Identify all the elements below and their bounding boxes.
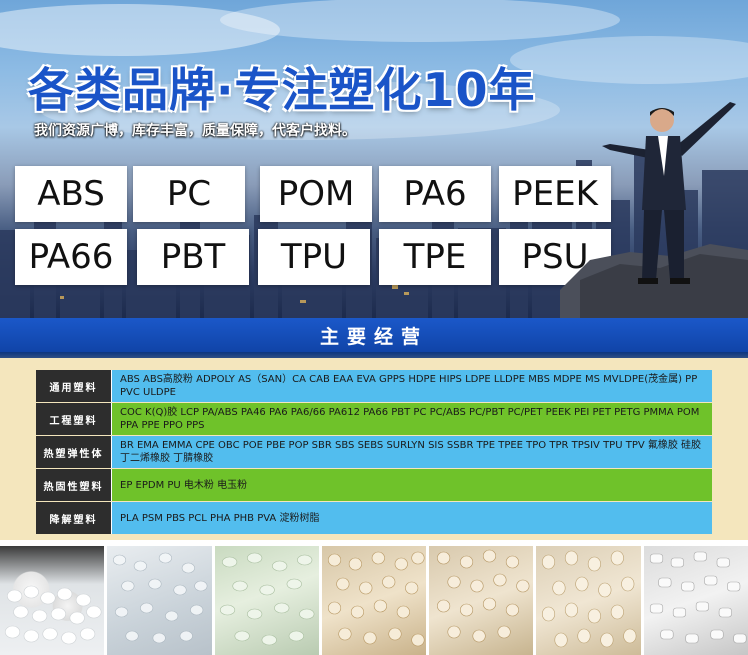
- category-label: 工程塑料: [36, 403, 112, 435]
- category-label: 通用塑料: [36, 370, 112, 402]
- table-row: 通用塑料 ABS ABS高胶粉 ADPOLY AS（SAN）CA CAB EAA…: [36, 370, 712, 402]
- brand-tile: TPU: [258, 229, 370, 285]
- category-table-area: 通用塑料 ABS ABS高胶粉 ADPOLY AS（SAN）CA CAB EAA…: [0, 358, 748, 540]
- table-row: 热固性塑料 EP EPDM PU 电木粉 电玉粉: [36, 469, 712, 501]
- amber-pellets-photo: [321, 546, 427, 655]
- hero-banner: 各类品牌·专注塑化10年 我们资源广博，库存丰富，质量保障，代客户找料。 ABS…: [0, 0, 748, 318]
- category-table: 通用塑料 ABS ABS高胶粉 ADPOLY AS（SAN）CA CAB EAA…: [36, 370, 712, 535]
- brand-tile: PBT: [137, 229, 249, 285]
- table-row: 工程塑料 COC K(Q)胶 LCP PA/ABS PA46 PA6 PA6/6…: [36, 403, 712, 435]
- category-items: COC K(Q)胶 LCP PA/ABS PA46 PA6 PA6/66 PA6…: [112, 403, 712, 435]
- brand-tile: TPE: [379, 229, 491, 285]
- subline: 我们资源广博，库存丰富，质量保障，代客户找料。: [34, 123, 356, 139]
- businessman-figure: [602, 102, 736, 284]
- brand-tile: PA66: [15, 229, 127, 285]
- table-row: 降解塑料 PLA PSM PBS PCL PHA PHB PVA 淀粉树脂: [36, 502, 712, 534]
- brand-tile: PA6: [379, 166, 491, 222]
- category-items: ABS ABS高胶粉 ADPOLY AS（SAN）CA CAB EAA EVA …: [112, 370, 712, 402]
- category-label: 热塑弹性体: [36, 436, 112, 468]
- category-label: 热固性塑料: [36, 469, 112, 501]
- section-title-bar: 主要经营: [0, 318, 748, 352]
- headline: 各类品牌·专注塑化10年: [28, 63, 536, 117]
- amber-pellets-photo: [536, 546, 641, 655]
- brand-tile: PC: [133, 166, 245, 222]
- brand-tile: ABS: [15, 166, 127, 222]
- green-tint-pellets-photo: [214, 546, 319, 655]
- category-items: EP EPDM PU 电木粉 电玉粉: [112, 469, 712, 501]
- table-row: 热塑弹性体 BR EMA EMMA CPE OBC POE PBE POP SB…: [36, 436, 712, 468]
- pellet-photo-strip: [0, 546, 748, 655]
- brand-tile: POM: [260, 166, 372, 222]
- category-items: PLA PSM PBS PCL PHA PHB PVA 淀粉树脂: [112, 502, 712, 534]
- clear-pellets-photo: [107, 546, 212, 655]
- category-label: 降解塑料: [36, 502, 112, 534]
- white-cylinder-pellets-photo: [643, 546, 748, 655]
- white-pellets-photo: [0, 546, 105, 655]
- amber-pellets-photo: [429, 546, 534, 655]
- section-title: 主要经营: [319, 325, 428, 348]
- category-items: BR EMA EMMA CPE OBC POE PBE POP SBR SBS …: [112, 436, 712, 468]
